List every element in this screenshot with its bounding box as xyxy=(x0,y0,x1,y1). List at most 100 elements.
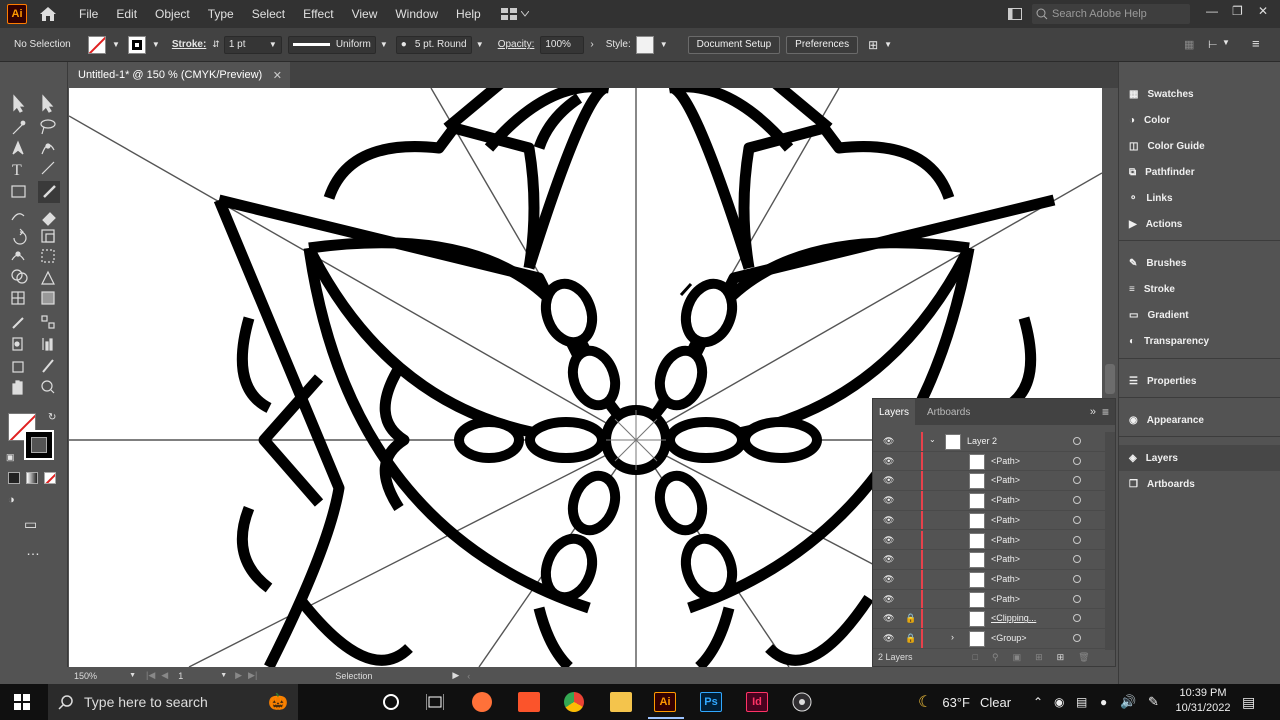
menu-window[interactable]: Window xyxy=(395,7,438,21)
hamburger-menu-icon[interactable]: ≡ xyxy=(1252,36,1260,51)
menu-view[interactable]: View xyxy=(352,7,378,21)
panel-transparency[interactable]: ◐ Transparency xyxy=(1119,328,1280,354)
weather-widget[interactable]: ☾ 63°F Clear xyxy=(918,684,1011,720)
target-circle-icon[interactable] xyxy=(1073,456,1081,465)
visibility-eye-icon[interactable]: 👁 xyxy=(883,436,894,447)
brave-icon[interactable] xyxy=(518,692,540,712)
photoshop-taskbar-icon[interactable]: Ps xyxy=(700,692,722,712)
show-hidden-icons-icon[interactable]: ⌃ xyxy=(1033,684,1043,720)
close-icon[interactable]: ✕ xyxy=(1258,4,1268,18)
artboard-number-field[interactable]: 1 xyxy=(178,671,214,681)
layer-row[interactable]: 👁 <Path> xyxy=(873,569,1105,590)
symbol-sprayer-tool-icon[interactable] xyxy=(12,337,23,351)
free-transform-tool-icon[interactable] xyxy=(41,249,55,263)
last-artboard-icon[interactable]: ▶| xyxy=(248,670,257,681)
microphone-icon[interactable]: ● xyxy=(1100,684,1107,720)
target-circle-icon[interactable] xyxy=(1073,476,1081,485)
visibility-eye-icon[interactable]: 👁 xyxy=(883,554,894,565)
panel-actions[interactable]: ▶ Actions xyxy=(1119,211,1280,237)
swap-colors-icon[interactable]: ↻ xyxy=(48,412,56,423)
workspace-switcher[interactable] xyxy=(500,8,529,20)
target-circle-icon[interactable] xyxy=(1073,614,1081,623)
panel-gradient[interactable]: ▭ Gradient xyxy=(1119,302,1280,328)
help-search[interactable]: Search Adobe Help xyxy=(1032,4,1190,24)
blend-tool-icon[interactable] xyxy=(41,315,55,329)
visibility-eye-icon[interactable]: 👁 xyxy=(883,594,894,605)
minimize-icon[interactable]: — xyxy=(1206,4,1218,18)
mesh-tool-icon[interactable] xyxy=(11,291,25,305)
lock-icon[interactable]: 🔒 xyxy=(905,613,916,624)
scrollbar-thumb[interactable] xyxy=(1105,364,1115,394)
eyedropper-tool-icon[interactable] xyxy=(12,317,24,329)
visibility-eye-icon[interactable]: 👁 xyxy=(883,535,894,546)
fill-swatch[interactable] xyxy=(88,35,106,54)
target-circle-icon[interactable] xyxy=(1073,535,1081,544)
shape-builder-tool-icon[interactable] xyxy=(11,269,28,284)
zoom-tool-icon[interactable] xyxy=(41,380,55,394)
layer-row[interactable]: 👁 <Path> xyxy=(873,550,1105,570)
shaper-tool-icon[interactable] xyxy=(11,213,25,221)
none-mode-icon[interactable] xyxy=(44,472,56,484)
visibility-eye-icon[interactable]: 👁 xyxy=(883,515,894,526)
trash-icon[interactable]: 🗑 xyxy=(1078,652,1089,663)
menu-help[interactable]: Help xyxy=(456,7,481,21)
rotate-tool-icon[interactable] xyxy=(13,228,27,245)
panel-color[interactable]: ◑ Color xyxy=(1119,107,1280,133)
target-circle-icon[interactable] xyxy=(1073,515,1081,524)
chevron-down-icon[interactable]: ▼ xyxy=(152,40,160,49)
selection-tool-icon[interactable] xyxy=(13,94,25,113)
chevron-right-icon[interactable]: › xyxy=(590,39,593,50)
type-tool-icon[interactable]: T xyxy=(12,162,22,179)
chrome-icon[interactable] xyxy=(564,692,584,712)
clock[interactable]: 10:39 PM 10/31/2022 xyxy=(1172,686,1234,716)
visibility-eye-icon[interactable]: 👁 xyxy=(883,633,894,644)
align-icon[interactable]: ⊞ xyxy=(868,38,878,52)
chevron-right-icon[interactable]: › xyxy=(951,632,954,642)
variable-width-profile[interactable]: Uniform xyxy=(287,35,376,54)
menu-effect[interactable]: Effect xyxy=(303,7,333,21)
preferences-button[interactable]: Preferences xyxy=(786,35,859,54)
curvature-tool-icon[interactable] xyxy=(41,143,55,155)
collect-export-icon[interactable]: □ xyxy=(973,652,978,662)
gradient-tool-icon[interactable] xyxy=(41,291,55,305)
panel-properties[interactable]: ☰ Properties xyxy=(1119,368,1280,394)
status-menu-icon[interactable]: ▶ xyxy=(452,670,459,681)
panel-brushes[interactable]: ✎ Brushes xyxy=(1119,250,1280,276)
lock-icon[interactable]: 🔒 xyxy=(905,633,916,644)
panel-stroke[interactable]: ≡ Stroke xyxy=(1119,276,1280,302)
drawing-modes-icon[interactable]: ◑ xyxy=(8,494,15,506)
layers-scrollbar[interactable] xyxy=(1105,432,1115,650)
arrange-icon[interactable]: ▦ xyxy=(1184,38,1194,51)
visibility-eye-icon[interactable]: 👁 xyxy=(883,613,894,624)
width-tool-icon[interactable] xyxy=(11,251,25,261)
brush-definition[interactable]: ● 5 pt. Round xyxy=(395,35,472,54)
perspective-grid-tool-icon[interactable] xyxy=(41,270,55,285)
new-layer-icon[interactable]: ⊞ xyxy=(1057,652,1065,663)
target-circle-icon[interactable] xyxy=(1073,496,1081,505)
edit-toolbar-icon[interactable]: … xyxy=(26,542,41,558)
file-explorer-icon[interactable] xyxy=(610,692,632,712)
menu-select[interactable]: Select xyxy=(252,7,285,21)
panel-links[interactable]: ⚬ Links xyxy=(1119,185,1280,211)
obs-icon[interactable] xyxy=(792,692,812,712)
slice-tool-icon[interactable] xyxy=(42,359,54,373)
panel-pathfinder[interactable]: ⧉ Pathfinder xyxy=(1119,159,1280,185)
locate-object-icon[interactable]: ⚲ xyxy=(992,652,999,663)
windows-start-icon[interactable] xyxy=(14,694,30,710)
next-artboard-icon[interactable]: ▶ xyxy=(235,670,242,681)
document-tab[interactable]: Untitled-1* @ 150 % (CMYK/Preview) ✕ xyxy=(68,62,290,88)
layer-row[interactable]: 👁 <Path> xyxy=(873,471,1105,492)
chevron-down-icon[interactable]: ▼ xyxy=(476,40,484,49)
layer-row[interactable]: 👁 <Path> xyxy=(873,510,1105,531)
layer-row[interactable]: 👁 🔒 <Clipping... xyxy=(873,609,1105,629)
panel-layers[interactable]: ◈ Layers xyxy=(1119,445,1280,471)
notification-icon[interactable]: ▤ xyxy=(1242,684,1255,720)
menu-object[interactable]: Object xyxy=(155,7,190,21)
visibility-eye-icon[interactable]: 👁 xyxy=(883,456,894,467)
target-circle-icon[interactable] xyxy=(1073,634,1081,642)
stroke-label[interactable]: Stroke: xyxy=(172,39,206,50)
eraser-tool-icon[interactable] xyxy=(42,212,56,226)
hand-tool-icon[interactable] xyxy=(12,380,23,395)
artboard-tool-icon[interactable] xyxy=(12,361,24,373)
rectangle-tool-icon[interactable] xyxy=(11,185,26,198)
